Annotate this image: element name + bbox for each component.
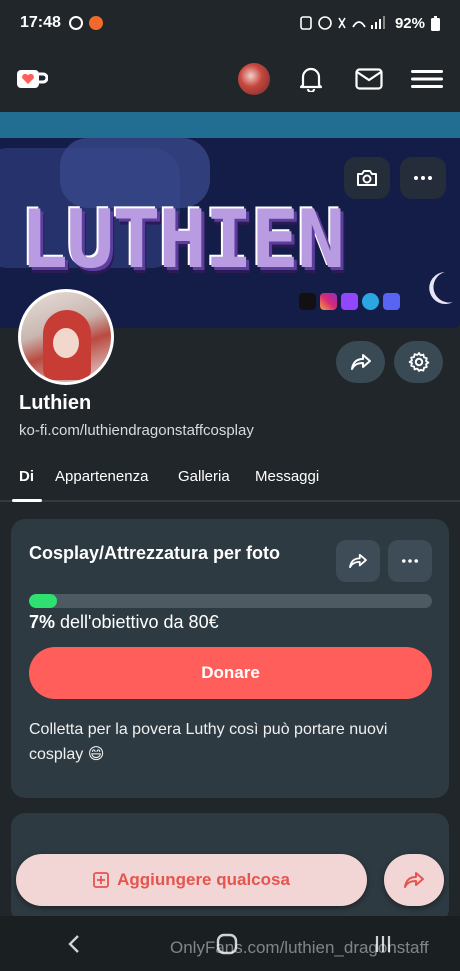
add-something-label: Aggiungere qualcosa	[117, 870, 290, 889]
goal-progress-fill	[29, 594, 58, 608]
share-arrow-icon	[349, 553, 367, 569]
goal-share-button[interactable]	[336, 540, 380, 582]
status-right: 92%	[299, 15, 440, 32]
goal-card: Cosplay/Attrezzatura per foto 7% dell'ob…	[11, 519, 449, 798]
camera-icon	[357, 170, 377, 186]
twitch-icon[interactable]	[341, 293, 358, 310]
telegram-icon[interactable]	[362, 293, 379, 310]
status-time: 17:48	[20, 14, 61, 31]
profile-name: Luthien	[19, 392, 92, 414]
mail-icon[interactable]	[352, 62, 386, 96]
share-profile-button[interactable]	[336, 341, 385, 383]
donate-button[interactable]: Donare	[29, 647, 432, 699]
instagram-icon[interactable]	[320, 293, 337, 310]
bell-icon[interactable]	[294, 62, 328, 96]
settings-button[interactable]	[394, 341, 443, 383]
banner-title: LUTHIEN	[20, 193, 345, 286]
goal-description: Colletta per la povera Luthy così può po…	[29, 721, 388, 763]
status-bar: 17:48 92%	[0, 0, 460, 46]
top-navigation	[0, 46, 460, 112]
discord-icon[interactable]	[383, 293, 400, 310]
goal-status: 7% dell'obiettivo da 80€	[29, 612, 219, 633]
profile-url[interactable]: ko-fi.com/luthiendragonstaffcosplay	[19, 422, 254, 439]
share-arrow-icon	[404, 872, 424, 888]
add-square-icon	[93, 872, 109, 888]
goal-percent: 7%	[29, 612, 56, 632]
status-icons	[300, 16, 385, 30]
tab-gallery[interactable]: Galleria	[178, 468, 230, 485]
battery-percent: 92%	[394, 14, 425, 32]
gear-icon	[408, 352, 429, 372]
bottom-share-button[interactable]	[384, 854, 444, 906]
profile-tabs: Di Appartenenza Galleria Messaggi	[0, 460, 460, 502]
kofi-logo-icon[interactable]	[16, 68, 49, 90]
goal-progress-bar	[29, 594, 432, 608]
moon-decoration-icon	[429, 272, 453, 304]
social-links	[299, 293, 400, 310]
tab-about[interactable]: Di	[19, 468, 34, 485]
goal-text: dell'obiettivo da 80€	[60, 612, 219, 632]
avatar-face	[53, 328, 79, 358]
battery-icon	[431, 15, 440, 31]
tab-membership[interactable]: Appartenenza	[55, 468, 148, 485]
banner-top-stripe	[0, 112, 460, 138]
tiktok-icon[interactable]	[299, 293, 316, 310]
banner-camera-button[interactable]	[344, 157, 390, 199]
tab-messages[interactable]: Messaggi	[255, 468, 319, 485]
profile-avatar[interactable]	[18, 289, 114, 385]
banner-more-button[interactable]	[400, 157, 446, 199]
goal-more-button[interactable]	[388, 540, 432, 582]
goal-title: Cosplay/Attrezzatura per foto	[29, 543, 281, 563]
more-dots-icon	[414, 176, 432, 180]
nav-actions	[238, 62, 444, 96]
hamburger-menu-icon[interactable]	[410, 62, 444, 96]
watermark: OnlyFans.com/luthien_dragonstaff	[170, 938, 429, 957]
add-something-button[interactable]: Aggiungere qualcosa	[16, 854, 367, 906]
more-dots-icon	[402, 559, 418, 563]
user-avatar[interactable]	[238, 63, 270, 95]
app-screen: 17:48 92% LUTHIEN Luthien ko-fi.com/luth…	[0, 0, 460, 971]
app-notification-icon	[88, 16, 103, 30]
share-arrow-icon	[350, 354, 371, 370]
back-icon[interactable]	[67, 934, 81, 954]
notification-icon	[68, 16, 83, 30]
active-tab-indicator	[12, 499, 42, 502]
